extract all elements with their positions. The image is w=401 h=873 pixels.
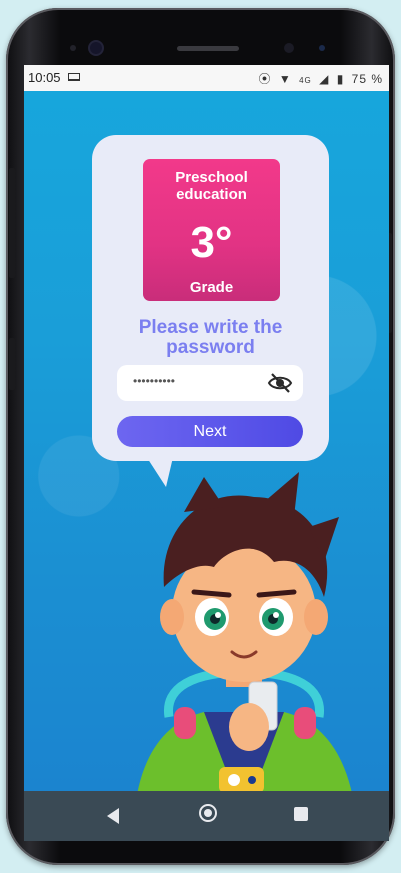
cast-icon	[68, 73, 80, 81]
eye-slash-icon[interactable]	[267, 372, 293, 394]
battery-icon: ▮	[336, 72, 345, 86]
android-nav-bar	[24, 791, 389, 841]
speech-bubble-card: Preschool education 3° Grade Please writ…	[92, 135, 329, 461]
iris-sensor	[284, 43, 294, 53]
phone-frame: 10:05 ⦿ ▼ 4G ◢ ▮ 75 % Preschool educatio…	[6, 8, 395, 865]
vibrate-icon: ⦿	[258, 72, 272, 86]
network-label: 4G	[299, 76, 312, 85]
app-background: Preschool education 3° Grade Please writ…	[24, 91, 389, 817]
password-value: ••••••••••	[133, 374, 176, 388]
status-time: 10:05	[28, 70, 61, 85]
earpiece-speaker	[177, 46, 239, 51]
wifi-icon: ▼	[278, 72, 292, 86]
bixby-button	[9, 338, 15, 390]
grade-card: Preschool education 3° Grade	[143, 159, 280, 301]
password-prompt: Please write the password	[102, 318, 319, 358]
grade-card-title: Preschool education	[143, 169, 280, 203]
grade-title-line2: education	[176, 186, 247, 203]
prompt-line2: password	[166, 337, 255, 358]
led-indicator	[319, 45, 325, 51]
screen: 10:05 ⦿ ▼ 4G ◢ ▮ 75 % Preschool educatio…	[24, 65, 389, 841]
status-icons: ⦿ ▼ 4G ◢ ▮ 75 %	[256, 70, 384, 87]
battery-level: 75 %	[351, 72, 383, 86]
grade-title-line1: Preschool	[175, 169, 248, 186]
grade-label: Grade	[189, 279, 234, 296]
grade-number: 3°	[190, 218, 233, 267]
home-icon[interactable]	[199, 804, 217, 822]
status-bar: 10:05 ⦿ ▼ 4G ◢ ▮ 75 %	[24, 65, 389, 91]
back-icon[interactable]	[107, 808, 119, 824]
prompt-line1: Please write the	[138, 317, 283, 338]
recent-apps-icon[interactable]	[294, 807, 308, 821]
signal-icon: ◢	[319, 72, 330, 86]
boy-illustration	[134, 472, 356, 817]
front-camera	[90, 42, 102, 54]
volume-button	[9, 168, 15, 278]
next-button[interactable]: Next	[117, 416, 303, 447]
password-input[interactable]: ••••••••••	[117, 365, 303, 401]
proximity-sensor	[70, 45, 76, 51]
